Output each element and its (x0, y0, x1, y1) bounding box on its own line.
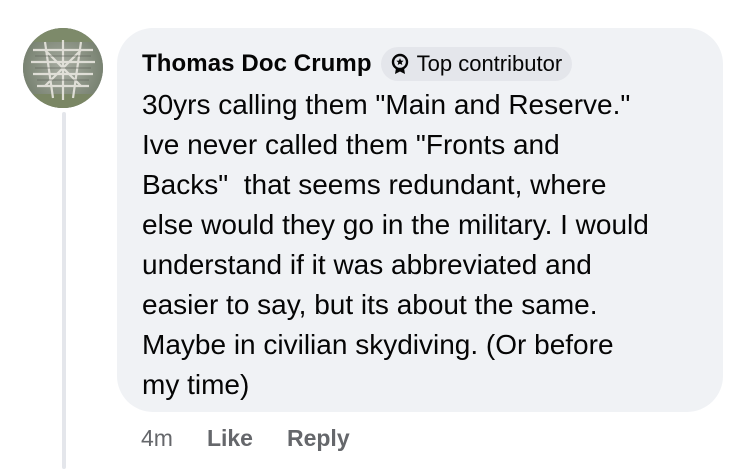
top-contributor-badge[interactable]: Top contributor (380, 47, 573, 81)
avatar[interactable] (23, 28, 103, 108)
comment-body: 30yrs calling them "Main and Reserve." Iv… (142, 85, 708, 405)
comment-line: Ive never called them "Fronts and (142, 129, 560, 160)
comment-line: easier to say, but its about the same. (142, 289, 598, 320)
comment-actions: 4m Like Reply (141, 422, 384, 454)
comment-line: understand if it was abbreviated and (142, 249, 592, 280)
comment-thread: Thomas Doc Crump Top contributor 30yrs c… (0, 0, 750, 469)
comment-bubble: Thomas Doc Crump Top contributor 30yrs c… (117, 28, 723, 412)
avatar-image (23, 28, 103, 108)
badge-label: Top contributor (416, 51, 563, 76)
comment-line: my time) (142, 369, 250, 400)
comment-line: 30yrs calling them "Main and Reserve." (142, 89, 631, 120)
comment-header: Thomas Doc Crump Top contributor (142, 45, 713, 83)
comment-line: Backs" that seems redundant, where (142, 169, 607, 200)
comment-line: else would they go in the military. I wo… (142, 209, 649, 240)
award-badge-icon (389, 53, 411, 75)
thread-connector-line (62, 112, 66, 469)
comment-line: Maybe in civilian skydiving. (Or before (142, 329, 614, 360)
timestamp[interactable]: 4m (141, 425, 173, 452)
reply-button[interactable]: Reply (287, 425, 350, 452)
author-name[interactable]: Thomas Doc Crump (142, 50, 372, 78)
like-button[interactable]: Like (207, 425, 253, 452)
